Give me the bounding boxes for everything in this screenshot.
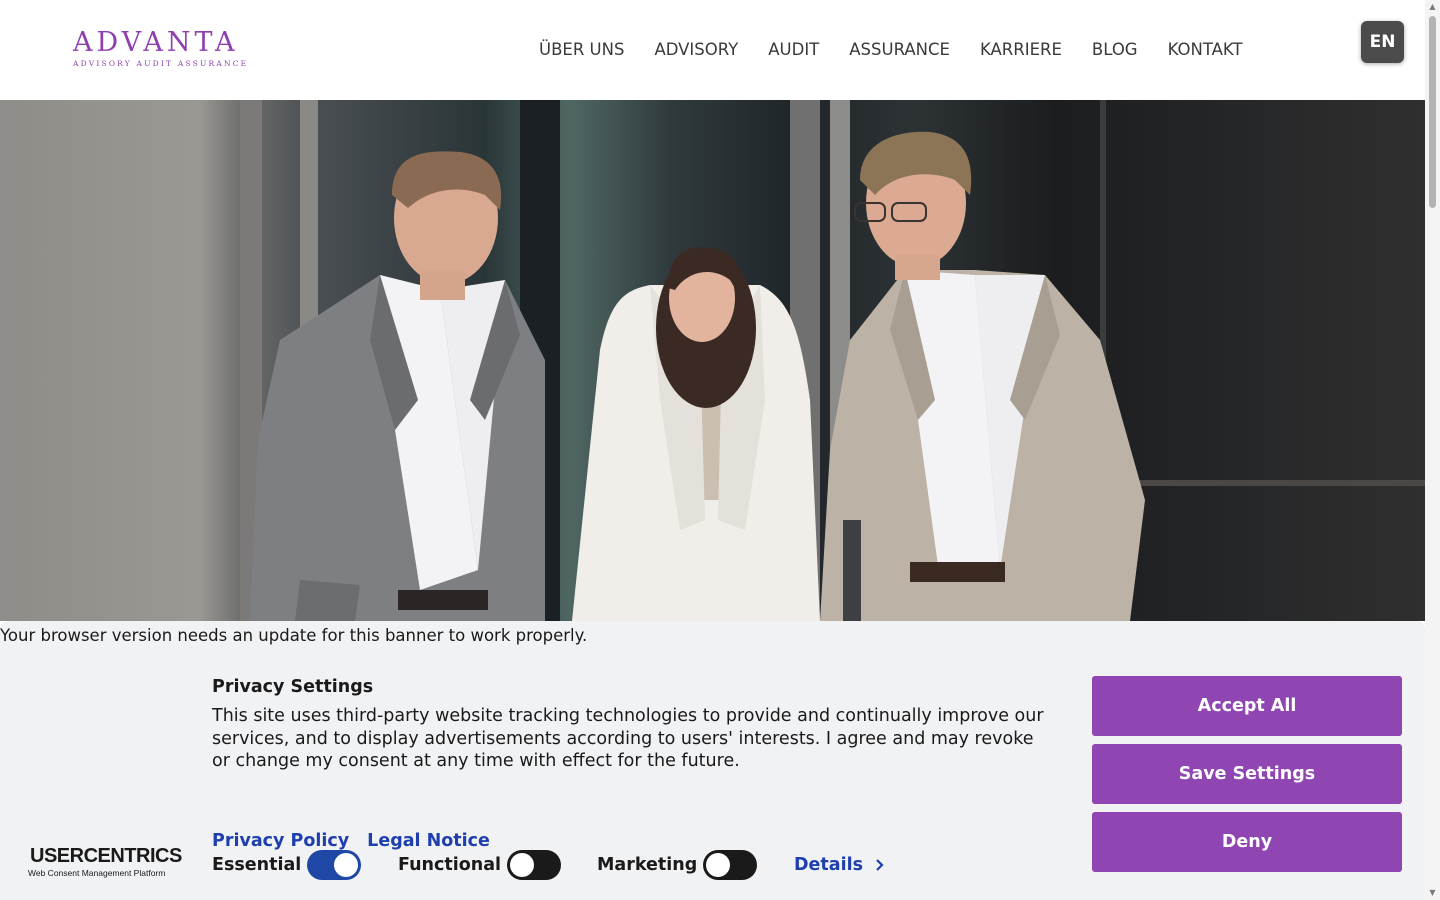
functional-label: Functional (398, 855, 502, 875)
nav-item-advisory[interactable]: ADVISORY (654, 39, 738, 61)
marketing-label: Marketing (597, 855, 698, 875)
usercentrics-tagline: Web Consent Management Platform (28, 868, 166, 878)
details-link[interactable]: Details (794, 849, 885, 881)
usercentrics-wordmark: USERCENTRICS (30, 845, 182, 867)
cookie-consent-banner: Your browser version needs an update for… (0, 621, 1425, 900)
hero-people-illustration (240, 100, 1425, 621)
consent-title: Privacy Settings (212, 677, 374, 697)
scroll-down-arrow-icon[interactable]: ▼ (1425, 886, 1440, 900)
save-settings-button[interactable]: Save Settings (1092, 744, 1402, 804)
logo-wordmark: ADVANTA (73, 27, 239, 58)
consent-description: This site uses third-party website track… (212, 706, 1044, 771)
deny-button[interactable]: Deny (1092, 812, 1402, 872)
person-middle (572, 247, 820, 621)
browser-update-notice: Your browser version needs an update for… (0, 626, 588, 645)
nav-item-kontakt[interactable]: KONTAKT (1168, 39, 1243, 61)
toggle-knob (334, 853, 359, 877)
person-right (820, 131, 1145, 621)
language-switch-button[interactable]: EN (1361, 21, 1404, 63)
scrollbar-thumb[interactable] (1429, 16, 1436, 208)
nav-item-assurance[interactable]: ASSURANCE (849, 39, 950, 61)
nav-item-ueber-uns[interactable]: ÜBER UNS (539, 39, 624, 61)
marketing-toggle[interactable] (703, 850, 758, 880)
nav-item-karriere[interactable]: KARRIERE (980, 39, 1062, 61)
functional-toggle[interactable] (507, 850, 562, 880)
toggle-group-functional: Functional (398, 849, 562, 881)
accept-all-button[interactable]: Accept All (1092, 676, 1402, 736)
essential-label: Essential (212, 855, 302, 875)
hero-image (0, 100, 1425, 621)
advanta-logo[interactable]: ADVANTA ADVISORY AUDIT ASSURANCE (73, 28, 255, 69)
nav-item-audit[interactable]: AUDIT (768, 39, 819, 61)
details-label: Details (794, 855, 863, 875)
consent-toggles: Essential Functional Marketing Details (212, 849, 912, 881)
toggle-group-essential: Essential (212, 849, 362, 881)
chevron-right-icon (876, 859, 884, 871)
logo-tagline: ADVISORY AUDIT ASSURANCE (73, 59, 249, 68)
toggle-knob (510, 853, 535, 877)
site-header: ADVANTA ADVISORY AUDIT ASSURANCE ÜBER UN… (0, 0, 1425, 100)
scroll-up-arrow-icon[interactable]: ▲ (1425, 0, 1440, 14)
nav-item-blog[interactable]: BLOG (1092, 39, 1138, 61)
page-scrollbar[interactable]: ▲ ▼ (1425, 0, 1440, 900)
main-nav: ÜBER UNS ADVISORY AUDIT ASSURANCE KARRIE… (539, 39, 1273, 61)
toggle-knob (706, 853, 731, 877)
person-left (250, 151, 545, 621)
usercentrics-logo: USERCENTRICS Web Consent Management Plat… (28, 845, 182, 878)
toggle-group-marketing: Marketing (597, 849, 758, 881)
essential-toggle[interactable] (307, 850, 362, 880)
